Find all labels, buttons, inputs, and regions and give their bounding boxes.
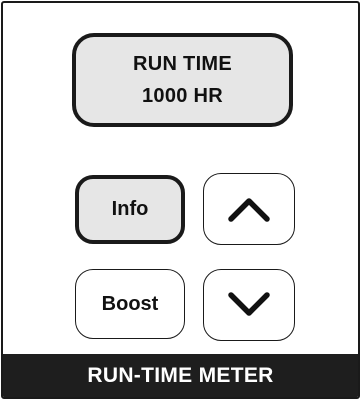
down-button[interactable] [203,269,295,341]
info-button-label: Info [111,198,149,220]
boost-button-label: Boost [101,292,159,315]
footer-title: RUN-TIME METER [87,363,274,387]
run-time-meter-panel: RUN TIME 1000 HR Info Boost RUN-TIME MET… [1,1,360,399]
display-line-1: RUN TIME [132,53,233,75]
lcd-display: RUN TIME 1000 HR [72,33,293,127]
chevron-up-icon [227,195,271,223]
up-button[interactable] [203,173,295,245]
footer-bar: RUN-TIME METER [3,354,358,397]
display-line-2: 1000 HR [141,85,224,107]
boost-button[interactable]: Boost [75,269,185,339]
chevron-down-icon [227,291,271,319]
info-button[interactable]: Info [75,175,185,244]
